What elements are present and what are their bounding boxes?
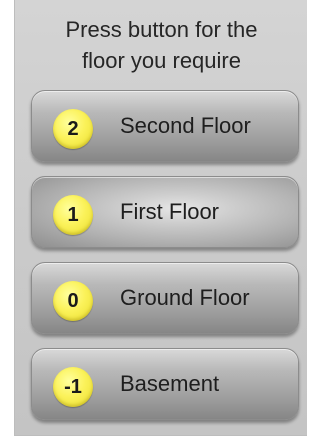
elevator-panel: Press button for the floor you require 2… xyxy=(14,0,307,436)
instruction-text: Press button for the floor you require xyxy=(15,14,308,76)
floor-number-badge: 1 xyxy=(53,195,93,235)
floor-button-basement[interactable]: -1 Basement xyxy=(31,348,299,420)
instruction-line-1: Press button for the xyxy=(65,17,258,42)
floor-number-badge: 2 xyxy=(53,109,93,149)
floor-label: Second Floor xyxy=(120,113,251,138)
floor-button-ground[interactable]: 0 Ground Floor xyxy=(31,262,299,334)
instruction-line-2: floor you require xyxy=(82,48,241,73)
floor-button-first[interactable]: 1 First Floor xyxy=(31,176,299,248)
floor-number-badge: 0 xyxy=(53,281,93,321)
floor-label: First Floor xyxy=(120,199,219,224)
floor-label: Basement xyxy=(120,371,220,396)
floor-label: Ground Floor xyxy=(120,285,250,310)
floor-button-second[interactable]: 2 Second Floor xyxy=(31,90,299,162)
floor-number-badge: -1 xyxy=(53,367,93,407)
